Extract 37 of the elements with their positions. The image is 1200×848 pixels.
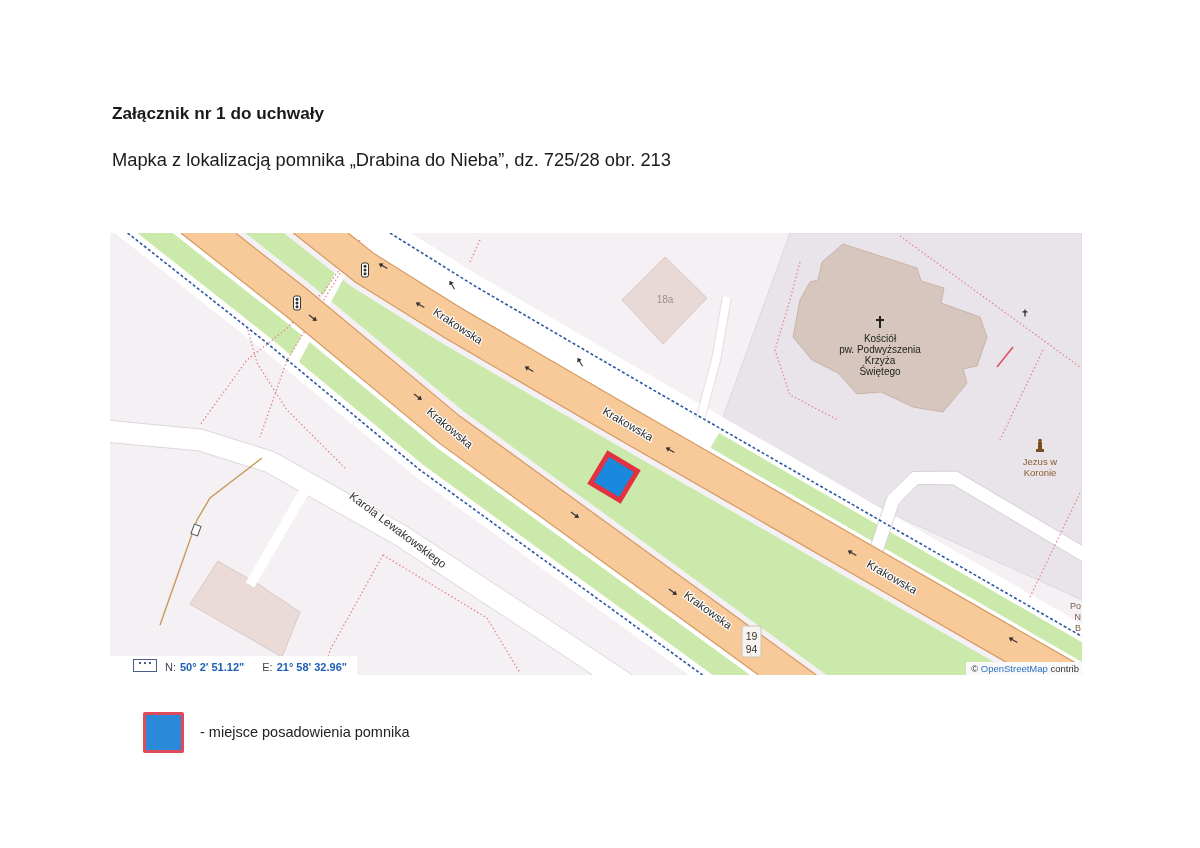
document-title: Załącznik nr 1 do uchwały [112,103,326,123]
edge-label: Po N B [1070,601,1081,633]
house-number: 18a [656,293,674,305]
attribution-text: © OpenStreetMap contrib [966,662,1082,675]
legend-text: - miejsce posadowienia pomnika [200,722,410,742]
route-number: 19 94 [745,630,758,655]
coordinate-label: E: [262,661,273,673]
arrow-icon [577,357,584,367]
arrow-icon [378,263,388,270]
monument-icon [1036,438,1044,452]
arrow-icon [847,550,857,557]
arrow-icon [1008,637,1018,644]
traffic-light-icon [361,262,369,278]
arrow-icon [413,393,422,400]
arrow-icon [668,588,677,595]
arrow-icon [570,511,579,518]
square-outline-icon [190,523,202,537]
church-label: Kościół pw. Podwyższenia Krzyża Świętego [839,333,921,377]
cross-icon [1022,309,1028,317]
arrow-icon [449,280,456,290]
path-line [996,346,1014,368]
arrow-icon [524,366,534,373]
legend-swatch-icon [143,712,184,753]
monument-label: Jezus w Koronie [1022,456,1058,478]
footpath [469,239,481,263]
arrow-icon [308,314,317,321]
attribution-link[interactable]: OpenStreetMap [980,663,1048,674]
cross-icon [876,316,884,328]
route-shield [741,625,762,658]
coordinate-label: N: [165,661,176,673]
scale-icon [133,659,157,672]
document-subtitle: Mapka z lokalizacją pomnika „Drabina do Nieba”, dz. 725/28 obr. 213 [112,150,672,170]
coordinate-value: 21° 58' 32.96" [276,661,347,673]
arrow-icon [415,302,425,309]
coordinate-value: 50° 2' 51.12" [180,661,245,673]
traffic-light-icon [293,295,301,311]
arrow-icon [665,447,675,454]
